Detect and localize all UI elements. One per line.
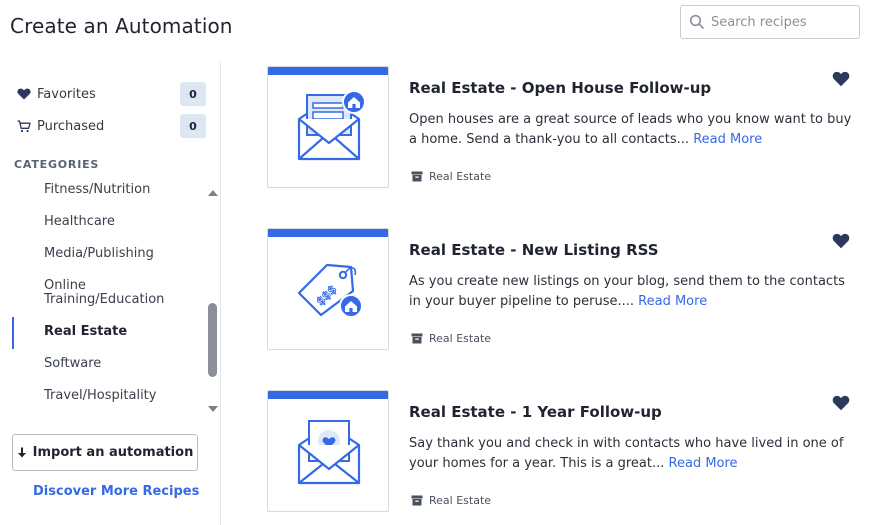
import-automation-button[interactable]: Import an automation <box>12 434 198 471</box>
recipe-title[interactable]: Real Estate - Open House Follow-up <box>409 79 711 97</box>
categories-heading: CATEGORIES <box>14 158 100 171</box>
discover-more-recipes-link[interactable]: Discover More Recipes <box>33 484 199 499</box>
recipe-thumbnail[interactable] <box>267 390 389 512</box>
scrollbar-thumb[interactable] <box>208 303 217 377</box>
recipe-card[interactable]: $$$ Real Estate - New Listing RSS As you… <box>267 228 867 350</box>
cart-icon <box>16 119 32 133</box>
page-title: Create an Automation <box>10 14 233 38</box>
search-input[interactable] <box>711 14 851 30</box>
scroll-down-arrow-icon[interactable] <box>208 406 218 412</box>
archive-box-icon <box>411 333 423 344</box>
read-more-link[interactable]: Read More <box>669 456 738 471</box>
recipe-card[interactable]: Real Estate - 1 Year Follow-up Say thank… <box>267 390 867 512</box>
purchased-label: Purchased <box>37 118 105 134</box>
sidebar-item-travel-hospitality[interactable]: Travel/Hospitality <box>44 389 194 403</box>
sidebar-item-healthcare[interactable]: Healthcare <box>44 215 194 229</box>
recipe-category: Real Estate <box>411 332 491 345</box>
category-list: Fitness/Nutrition Healthcare Media/Publi… <box>0 179 206 409</box>
search-box[interactable] <box>680 5 860 39</box>
favorite-heart-icon[interactable] <box>832 71 850 87</box>
envelope-heart-icon <box>297 420 361 485</box>
thumbnail-accent-bar <box>268 391 388 399</box>
search-icon <box>689 14 704 29</box>
recipe-thumbnail[interactable]: $$$ <box>267 228 389 350</box>
recipe-card[interactable]: Real Estate - Open House Follow-up Open … <box>267 66 867 188</box>
thumbnail-accent-bar <box>268 229 388 237</box>
recipe-thumbnail[interactable] <box>267 66 389 188</box>
sidebar-item-real-estate[interactable]: Real Estate <box>44 325 194 339</box>
recipe-description: As you create new listings on your blog,… <box>409 272 855 312</box>
active-category-indicator <box>12 317 14 349</box>
heart-icon <box>16 88 32 100</box>
recipe-category-label: Real Estate <box>429 332 492 345</box>
sidebar: Favorites 0 Purchased 0 CATEGORIES Fitne… <box>0 62 221 525</box>
price-tag-house-icon: $$$ <box>297 263 363 318</box>
sidebar-item-media-publishing[interactable]: Media/Publishing <box>44 247 194 261</box>
sidebar-item-online-training-education[interactable]: Online Training/Education <box>44 279 194 307</box>
recipe-title[interactable]: Real Estate - 1 Year Follow-up <box>409 403 662 421</box>
recipe-description-text: Say thank you and check in with contacts… <box>409 436 844 471</box>
download-arrow-icon <box>17 447 26 457</box>
recipe-category: Real Estate <box>411 494 491 507</box>
envelope-house-icon <box>297 90 365 161</box>
sidebar-item-fitness-nutrition[interactable]: Fitness/Nutrition <box>44 183 194 197</box>
favorite-heart-icon[interactable] <box>832 233 850 249</box>
recipe-category: Real Estate <box>411 170 491 183</box>
category-scrollbar[interactable] <box>205 190 219 412</box>
recipe-description: Say thank you and check in with contacts… <box>409 434 855 474</box>
import-automation-label: Import an automation <box>32 445 194 460</box>
archive-box-icon <box>411 495 423 506</box>
recipe-title[interactable]: Real Estate - New Listing RSS <box>409 241 659 259</box>
archive-box-icon <box>411 171 423 182</box>
favorites-label: Favorites <box>37 86 96 102</box>
recipe-description-text: As you create new listings on your blog,… <box>409 274 845 309</box>
favorite-heart-icon[interactable] <box>832 395 850 411</box>
recipe-description-text: Open houses are a great source of leads … <box>409 112 852 147</box>
read-more-link[interactable]: Read More <box>638 294 707 309</box>
recipe-category-label: Real Estate <box>429 494 492 507</box>
scroll-up-arrow-icon[interactable] <box>208 190 218 196</box>
favorites-count-badge: 0 <box>180 82 206 106</box>
sidebar-item-purchased[interactable]: Purchased 0 <box>16 114 206 138</box>
read-more-link[interactable]: Read More <box>693 132 762 147</box>
sidebar-item-software[interactable]: Software <box>44 357 194 371</box>
thumbnail-accent-bar <box>268 67 388 75</box>
recipe-description: Open houses are a great source of leads … <box>409 110 855 150</box>
recipe-category-label: Real Estate <box>429 170 492 183</box>
purchased-count-badge: 0 <box>180 114 206 138</box>
sidebar-item-favorites[interactable]: Favorites 0 <box>16 82 206 106</box>
